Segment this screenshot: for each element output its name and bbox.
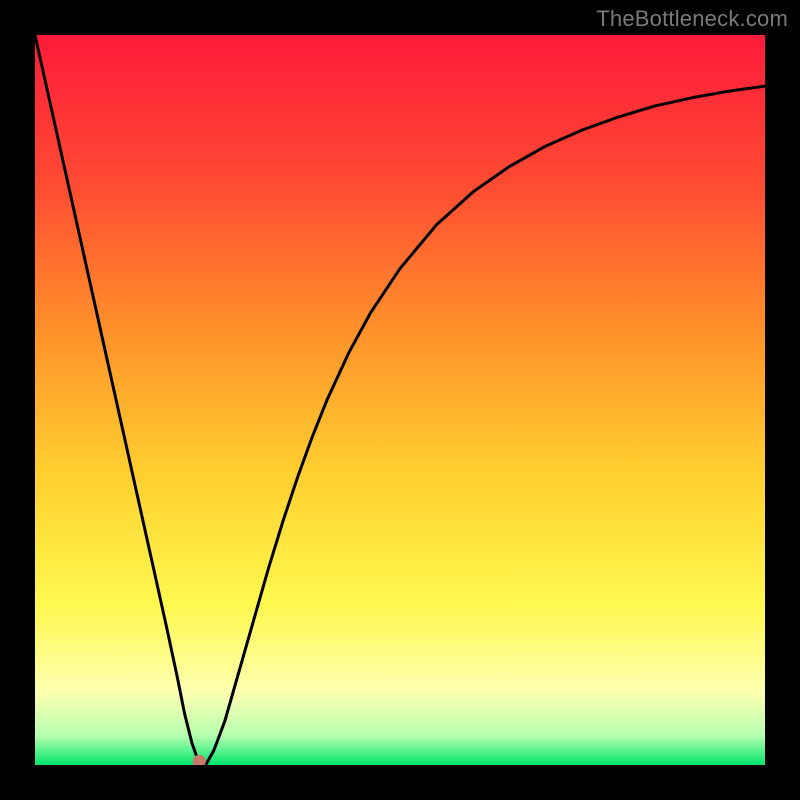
chart-frame: TheBottleneck.com	[0, 0, 800, 800]
watermark-text: TheBottleneck.com	[596, 6, 788, 32]
gradient-background	[35, 35, 765, 765]
plot-area	[35, 35, 765, 765]
chart-svg	[35, 35, 765, 765]
